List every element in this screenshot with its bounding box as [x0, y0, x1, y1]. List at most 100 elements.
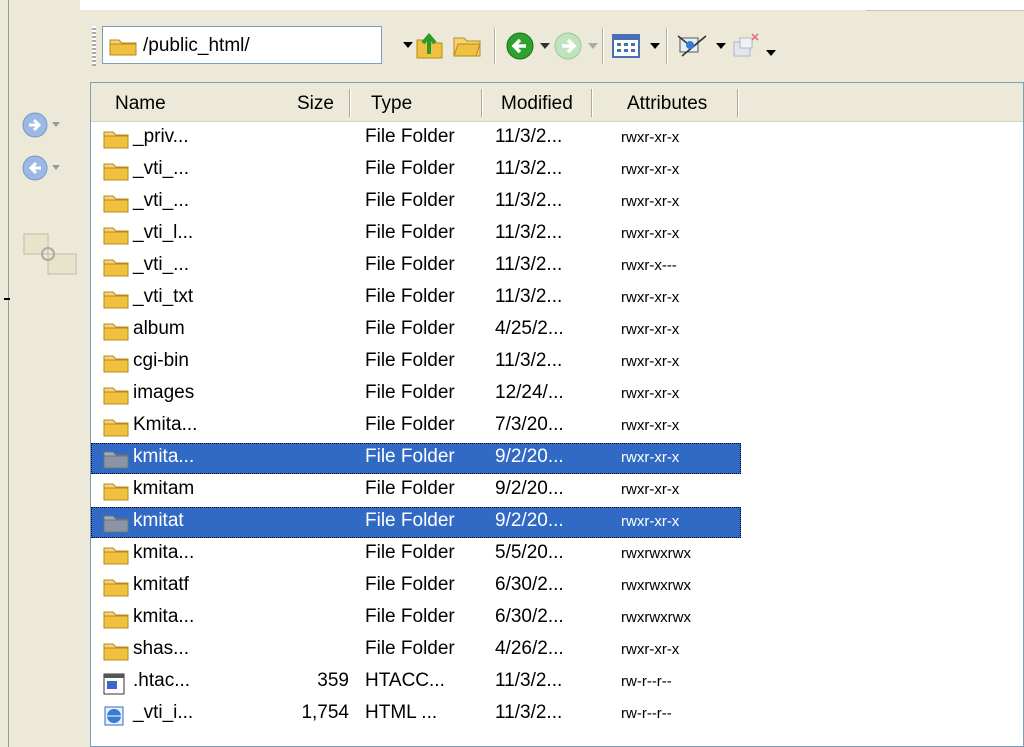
file-name: images: [133, 382, 195, 403]
file-modified: 11/3/2...: [495, 126, 563, 147]
file-modified: 6/30/2...: [495, 606, 564, 627]
column-divider[interactable]: [481, 89, 482, 117]
file-row[interactable]: _vti_... File Folder 11/3/2... rwxr-xr-x: [91, 187, 741, 218]
file-name: _vti_txt: [133, 286, 194, 307]
file-row[interactable]: kmitat File Folder 9/2/20... rwxr-xr-x: [91, 507, 741, 538]
column-header-type[interactable]: Type: [371, 93, 412, 115]
file-type: File Folder: [365, 350, 455, 371]
file-modified: 11/3/2...: [495, 190, 563, 211]
file-type: HTML ...: [365, 702, 438, 723]
file-row[interactable]: cgi-bin File Folder 11/3/2... rwxr-xr-x: [91, 347, 741, 378]
file-name: kmitat: [133, 510, 184, 531]
path-dropdown-arrow-icon[interactable]: [403, 42, 413, 48]
file-attributes: rwxr-xr-x: [621, 225, 680, 242]
view-dropdown-arrow-icon[interactable]: [650, 43, 660, 49]
sync-folders-icon[interactable]: [22, 228, 78, 282]
file-row[interactable]: _vti_txt File Folder 11/3/2... rwxr-xr-x: [91, 283, 741, 314]
file-type: HTACC...: [365, 670, 445, 691]
file-type: File Folder: [365, 286, 455, 307]
file-row[interactable]: _priv... File Folder 11/3/2... rwxr-xr-x: [91, 123, 741, 154]
file-type: File Folder: [365, 574, 455, 595]
folder-icon: [103, 353, 129, 379]
folder-icon: [103, 289, 129, 315]
folder-icon: [103, 545, 129, 571]
file-name: kmita...: [133, 446, 195, 467]
column-divider[interactable]: [737, 89, 738, 117]
folder-icon: [103, 321, 129, 347]
toolbar: /public_html/: [80, 0, 1024, 90]
file-attributes: rwxr-xr-x: [621, 449, 680, 466]
file-modified: 11/3/2...: [495, 286, 563, 307]
folder-icon: [103, 449, 129, 475]
html-file-icon: [103, 705, 125, 733]
back-icon[interactable]: [506, 32, 534, 66]
forward-arrow-icon: [22, 112, 48, 138]
back-nav-button[interactable]: [22, 155, 60, 181]
view-mode-icon[interactable]: [612, 34, 640, 64]
folder-icon: [103, 417, 129, 443]
file-name: _vti_...: [133, 158, 189, 179]
top-divider: [866, 10, 1024, 11]
forward-icon: [554, 32, 582, 66]
file-name: album: [133, 318, 185, 339]
file-row[interactable]: .htac... 359 HTACC... 11/3/2... rw-r--r--: [91, 667, 741, 698]
open-folder-icon[interactable]: [452, 32, 482, 64]
filter-dropdown-arrow-icon[interactable]: [716, 43, 726, 49]
left-nav-strip: [0, 0, 80, 747]
file-modified: 12/24/...: [495, 382, 564, 403]
file-attributes: rwxr-xr-x: [621, 481, 680, 498]
file-type: File Folder: [365, 446, 455, 467]
file-attributes: rwxr-xr-x: [621, 385, 680, 402]
file-type: File Folder: [365, 126, 455, 147]
settings-icon: [730, 32, 760, 66]
file-attributes: rwxr-x---: [621, 257, 677, 274]
file-attributes: rw-r--r--: [621, 673, 672, 690]
column-divider[interactable]: [591, 89, 592, 117]
file-row[interactable]: kmitam File Folder 9/2/20... rwxr-xr-x: [91, 475, 741, 506]
column-header-name[interactable]: Name: [115, 93, 166, 115]
folder-icon: [103, 481, 129, 507]
file-row[interactable]: _vti_i... 1,754 HTML ... 11/3/2... rw-r--r--: [91, 699, 741, 730]
forward-dropdown-arrow-icon: [588, 43, 598, 49]
file-type: File Folder: [365, 158, 455, 179]
left-edge-line: [8, 0, 9, 747]
forward-nav-button[interactable]: [22, 112, 60, 138]
file-row[interactable]: kmita... File Folder 6/30/2... rwxrwxrwx: [91, 603, 741, 634]
folder-icon: [103, 193, 129, 219]
edge-marker: [4, 298, 10, 300]
file-row[interactable]: kmita... File Folder 9/2/20... rwxr-xr-x: [91, 443, 741, 474]
folder-icon: [103, 641, 129, 667]
file-row[interactable]: _vti_l... File Folder 11/3/2... rwxr-xr-x: [91, 219, 741, 250]
file-row[interactable]: Kmita... File Folder 7/3/20... rwxr-xr-x: [91, 411, 741, 442]
file-attributes: rwxr-xr-x: [621, 129, 680, 146]
file-attributes: rwxrwxrwx: [621, 577, 691, 594]
file-modified: 11/3/2...: [495, 350, 563, 371]
file-attributes: rwxr-xr-x: [621, 417, 680, 434]
back-dropdown-arrow-icon[interactable]: [540, 43, 550, 49]
file-name: _priv...: [133, 126, 189, 147]
folder-icon: [103, 225, 129, 251]
column-header-attributes[interactable]: Attributes: [627, 93, 707, 115]
file-row[interactable]: _vti_... File Folder 11/3/2... rwxr-xr-x: [91, 155, 741, 186]
file-row[interactable]: shas... File Folder 4/26/2... rwxr-xr-x: [91, 635, 741, 666]
filter-icon[interactable]: [676, 32, 708, 66]
column-divider[interactable]: [349, 89, 350, 117]
file-row[interactable]: kmitatf File Folder 6/30/2... rwxrwxrwx: [91, 571, 741, 602]
file-row[interactable]: album File Folder 4/25/2... rwxr-xr-x: [91, 315, 741, 346]
toolbar-grip[interactable]: [92, 26, 96, 66]
file-attributes: rwxr-xr-x: [621, 289, 680, 306]
file-type: File Folder: [365, 414, 455, 435]
file-row[interactable]: images File Folder 12/24/... rwxr-xr-x: [91, 379, 741, 410]
file-modified: 11/3/2...: [495, 702, 563, 723]
file-modified: 9/2/20...: [495, 510, 564, 531]
column-header-size[interactable]: Size: [297, 93, 334, 115]
file-attributes: rw-r--r--: [621, 705, 672, 722]
file-row[interactable]: _vti_... File Folder 11/3/2... rwxr-x---: [91, 251, 741, 282]
path-combobox[interactable]: /public_html/: [102, 26, 382, 64]
folder-icon: [103, 257, 129, 283]
up-folder-icon[interactable]: [414, 30, 444, 66]
column-header-modified[interactable]: Modified: [501, 93, 573, 115]
file-row[interactable]: kmita... File Folder 5/5/20... rwxrwxrwx: [91, 539, 741, 570]
file-name: _vti_l...: [133, 222, 194, 243]
file-name: shas...: [133, 638, 189, 659]
